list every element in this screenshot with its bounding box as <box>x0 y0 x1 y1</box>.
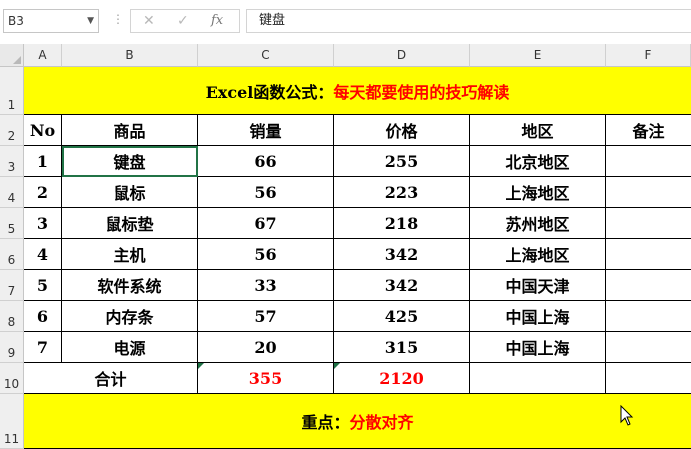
data-cell[interactable]: 内存条 <box>62 301 198 332</box>
data-cell[interactable] <box>606 146 691 177</box>
data-cell[interactable]: 1 <box>24 146 62 177</box>
data-cell[interactable]: 7 <box>24 332 62 363</box>
chevron-down-icon[interactable]: ▼ <box>87 10 94 32</box>
data-cell[interactable] <box>606 177 691 208</box>
data-cell[interactable]: 中国上海 <box>470 332 606 363</box>
data-cell[interactable] <box>606 239 691 270</box>
total-sales-cell[interactable]: 355 <box>198 363 334 394</box>
data-cell[interactable]: 33 <box>198 270 334 301</box>
footer-highlight-text: 分散对齐 <box>349 413 414 432</box>
header-cell-notes[interactable]: 备注 <box>606 115 691 146</box>
data-cell[interactable]: 223 <box>334 177 470 208</box>
row-header-7[interactable]: 7 <box>0 270 24 301</box>
row-header-1[interactable]: 1 <box>0 67 24 115</box>
formula-input[interactable]: 键盘 <box>246 9 691 33</box>
title-cell[interactable]: Excel函数公式： 每天都要使用的技巧解读 <box>24 67 691 115</box>
header-cell-product[interactable]: 商品 <box>62 115 198 146</box>
data-cell[interactable]: 66 <box>198 146 334 177</box>
header-cell-region[interactable]: 地区 <box>470 115 606 146</box>
data-cell[interactable]: 4 <box>24 239 62 270</box>
data-cell[interactable]: 57 <box>198 301 334 332</box>
row-header-4[interactable]: 4 <box>0 177 24 208</box>
data-cell[interactable] <box>606 332 691 363</box>
header-cell-sales[interactable]: 销量 <box>198 115 334 146</box>
data-cell[interactable]: 218 <box>334 208 470 239</box>
title-highlight-text: 每天都要使用的技巧解读 <box>333 82 510 102</box>
data-cell[interactable]: 主机 <box>62 239 198 270</box>
cancel-icon[interactable]: ✕ <box>143 13 155 29</box>
column-header-a[interactable]: A <box>24 44 62 67</box>
data-cell[interactable]: 软件系统 <box>62 270 198 301</box>
column-header-d[interactable]: D <box>334 44 470 67</box>
column-header-e[interactable]: E <box>470 44 606 67</box>
data-cell[interactable]: 20 <box>198 332 334 363</box>
column-header-c[interactable]: C <box>198 44 334 67</box>
total-region-cell[interactable] <box>470 363 606 394</box>
data-cell[interactable]: 5 <box>24 270 62 301</box>
data-cell[interactable]: 鼠标垫 <box>62 208 198 239</box>
name-box[interactable]: B3 ▼ <box>3 9 99 33</box>
title-text: Excel函数公式： <box>205 82 334 102</box>
name-box-value: B3 <box>8 14 24 28</box>
data-cell[interactable]: 425 <box>334 301 470 332</box>
data-cell[interactable]: 56 <box>198 177 334 208</box>
footer-cell[interactable]: 重点： 分散对齐 <box>24 394 691 449</box>
formula-buttons: ✕ ✓ fx <box>130 9 240 33</box>
data-cell[interactable]: 电源 <box>62 332 198 363</box>
data-cell[interactable]: 中国上海 <box>470 301 606 332</box>
total-label-cell[interactable]: 合计 <box>24 363 198 394</box>
data-cell[interactable]: 北京地区 <box>470 146 606 177</box>
data-cell[interactable]: 上海地区 <box>470 239 606 270</box>
row-header-10[interactable]: 10 <box>0 363 24 394</box>
total-price-cell[interactable]: 2120 <box>334 363 470 394</box>
row-header-8[interactable]: 8 <box>0 301 24 332</box>
data-cell[interactable]: 56 <box>198 239 334 270</box>
row-header-5[interactable]: 5 <box>0 208 24 239</box>
data-cell[interactable]: 苏州地区 <box>470 208 606 239</box>
row-header-9[interactable]: 9 <box>0 332 24 363</box>
data-cell[interactable]: 342 <box>334 270 470 301</box>
data-cell[interactable]: 2 <box>24 177 62 208</box>
data-cell[interactable]: 3 <box>24 208 62 239</box>
header-cell-no[interactable]: No <box>24 115 62 146</box>
footer-text: 重点： <box>301 413 350 432</box>
total-notes-cell[interactable] <box>606 363 691 394</box>
data-cell[interactable] <box>606 208 691 239</box>
column-header-f[interactable]: F <box>606 44 691 67</box>
select-all-button[interactable] <box>0 44 24 67</box>
data-cell[interactable]: 342 <box>334 239 470 270</box>
selected-cell[interactable]: 键盘 <box>62 146 198 177</box>
data-cell[interactable] <box>606 301 691 332</box>
formula-bar: B3 ▼ ⋮ ✕ ✓ fx 键盘 <box>0 0 691 44</box>
data-cell[interactable]: 6 <box>24 301 62 332</box>
row-header-3[interactable]: 3 <box>0 146 24 177</box>
header-cell-price[interactable]: 价格 <box>334 115 470 146</box>
insert-function-icon[interactable]: fx <box>211 13 223 28</box>
data-cell[interactable] <box>606 270 691 301</box>
row-header-2[interactable]: 2 <box>0 115 24 146</box>
data-cell[interactable]: 中国天津 <box>470 270 606 301</box>
mouse-cursor-icon <box>620 405 634 426</box>
data-cell[interactable]: 鼠标 <box>62 177 198 208</box>
data-cell[interactable]: 67 <box>198 208 334 239</box>
data-cell[interactable]: 315 <box>334 332 470 363</box>
column-header-b[interactable]: B <box>62 44 198 67</box>
data-cell[interactable]: 255 <box>334 146 470 177</box>
row-header-11[interactable]: 11 <box>0 394 24 449</box>
data-cell[interactable]: 上海地区 <box>470 177 606 208</box>
row-header-6[interactable]: 6 <box>0 239 24 270</box>
more-options-icon[interactable]: ⋮ <box>112 12 125 26</box>
check-icon[interactable]: ✓ <box>177 13 189 29</box>
